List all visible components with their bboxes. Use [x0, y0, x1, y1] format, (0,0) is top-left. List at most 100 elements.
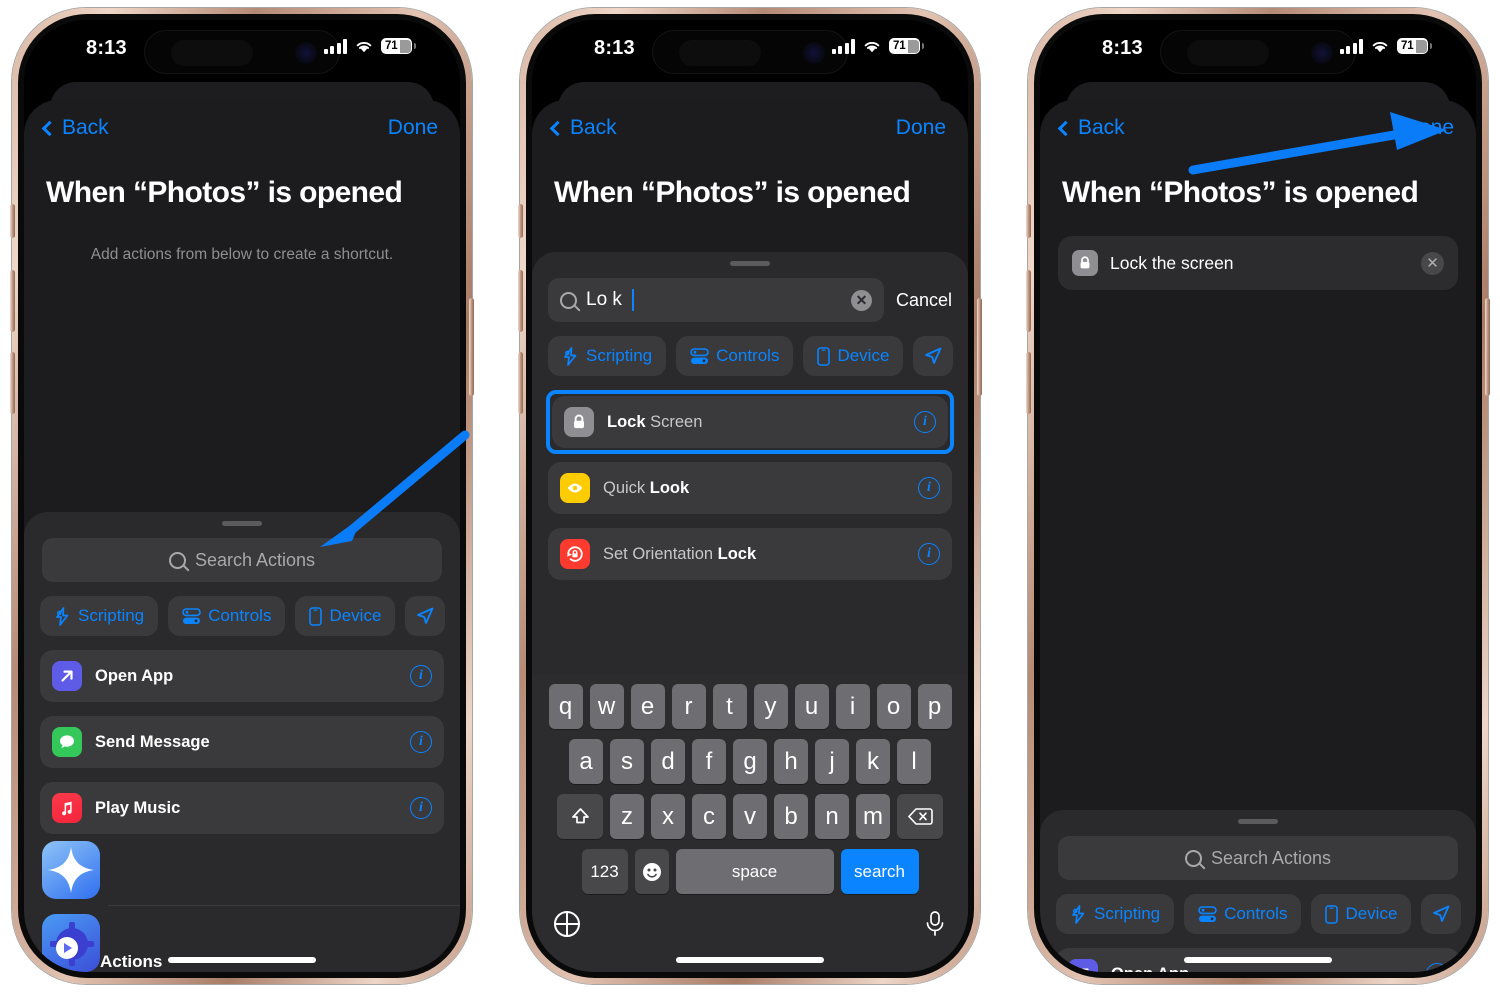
volume-down-button[interactable]	[518, 352, 523, 414]
home-indicator[interactable]	[676, 957, 824, 963]
category-pill-scripting[interactable]: Scripting	[1056, 894, 1175, 934]
action-row-play-music[interactable]: Play Music i	[40, 782, 444, 834]
microphone-icon[interactable]	[924, 910, 946, 938]
volume-up-button[interactable]	[518, 270, 523, 332]
key-s[interactable]: s	[610, 739, 644, 784]
key-n[interactable]: n	[815, 794, 849, 839]
key-t[interactable]: t	[712, 684, 747, 729]
key-q[interactable]: q	[548, 684, 583, 729]
home-indicator[interactable]	[1184, 957, 1332, 963]
globe-key-icon[interactable]	[554, 911, 580, 937]
done-button[interactable]: Done	[896, 116, 946, 140]
category-pill-list[interactable]: Scripting Controls Device	[1056, 894, 1476, 934]
key-l[interactable]: l	[897, 739, 931, 784]
drag-grabber[interactable]	[730, 261, 770, 266]
action-row-send-message[interactable]: Send Message i	[40, 716, 444, 768]
category-pill-controls[interactable]: Controls	[168, 596, 286, 636]
silent-switch[interactable]	[10, 204, 15, 238]
key-z[interactable]: z	[610, 794, 644, 839]
clear-text-icon[interactable]: ✕	[850, 289, 872, 311]
volume-down-button[interactable]	[10, 352, 15, 414]
info-icon[interactable]: i	[1426, 963, 1448, 972]
info-icon[interactable]: i	[914, 411, 936, 433]
cancel-button[interactable]: Cancel	[896, 290, 952, 311]
result-row-lock-screen[interactable]: Lock Screen i	[552, 396, 948, 448]
back-button[interactable]: Back	[549, 116, 617, 140]
info-icon[interactable]: i	[410, 797, 432, 819]
volume-down-button[interactable]	[1026, 352, 1031, 414]
category-pill-device[interactable]: Device	[1311, 894, 1412, 934]
shortcut-action-lock-the-screen[interactable]: Lock the screen ✕	[1058, 236, 1458, 290]
space-key[interactable]: space	[675, 849, 834, 894]
category-pill-device[interactable]: Device	[803, 336, 904, 376]
key-y[interactable]: y	[753, 684, 788, 729]
info-icon[interactable]: i	[410, 665, 432, 687]
power-button[interactable]	[977, 298, 982, 396]
key-u[interactable]: u	[794, 684, 829, 729]
key-f[interactable]: f	[692, 739, 726, 784]
silent-switch[interactable]	[518, 204, 523, 238]
done-button[interactable]: Done	[1404, 116, 1454, 140]
key-e[interactable]: e	[630, 684, 665, 729]
action-row-open-app[interactable]: Open App i	[40, 650, 444, 702]
silent-switch[interactable]	[1026, 204, 1031, 238]
done-button[interactable]: Done	[388, 116, 438, 140]
key-m[interactable]: m	[856, 794, 890, 839]
key-d[interactable]: d	[651, 739, 685, 784]
battery-level: 71	[893, 40, 906, 52]
category-pill-location[interactable]	[1421, 894, 1462, 934]
key-i[interactable]: i	[835, 684, 870, 729]
automation-gear-play-icon[interactable]	[42, 914, 100, 972]
category-pill-list[interactable]: Scripting Controls Device	[548, 336, 968, 376]
info-icon[interactable]: i	[918, 477, 940, 499]
key-c[interactable]: c	[692, 794, 726, 839]
search-actions-input[interactable]: Search Actions	[42, 538, 442, 582]
emoji-key-icon[interactable]	[634, 849, 669, 894]
key-g[interactable]: g	[733, 739, 767, 784]
backspace-key-icon[interactable]	[897, 794, 943, 839]
result-row-set-orientation-lock[interactable]: Set Orientation Lock i	[548, 528, 952, 580]
key-o[interactable]: o	[876, 684, 911, 729]
search-actions-input[interactable]: Search Actions	[1058, 836, 1458, 880]
category-pill-controls[interactable]: Controls	[1184, 894, 1302, 934]
search-input[interactable]: Lo k ✕	[548, 278, 884, 322]
category-pill-scripting[interactable]: Scripting	[40, 596, 159, 636]
key-r[interactable]: r	[671, 684, 706, 729]
key-p[interactable]: p	[917, 684, 952, 729]
back-button[interactable]: Back	[1057, 116, 1125, 140]
back-button[interactable]: Back	[41, 116, 109, 140]
category-pill-location[interactable]	[405, 596, 446, 636]
info-icon[interactable]: i	[918, 543, 940, 565]
power-button[interactable]	[1485, 298, 1490, 396]
category-pill-controls[interactable]: Controls	[676, 336, 794, 376]
remove-action-icon[interactable]: ✕	[1421, 251, 1444, 275]
drag-grabber[interactable]	[222, 521, 262, 526]
key-w[interactable]: w	[589, 684, 624, 729]
category-pill-list[interactable]: Scripting Controls Device	[40, 596, 460, 636]
info-icon[interactable]: i	[410, 731, 432, 753]
key-j[interactable]: j	[815, 739, 849, 784]
search-value: Lo k	[586, 289, 622, 310]
key-k[interactable]: k	[856, 739, 890, 784]
key-v[interactable]: v	[733, 794, 767, 839]
search-return-key[interactable]: search	[840, 849, 919, 894]
volume-up-button[interactable]	[10, 270, 15, 332]
power-button[interactable]	[469, 298, 474, 396]
category-pill-location[interactable]	[913, 336, 954, 376]
category-pill-scripting[interactable]: Scripting	[548, 336, 667, 376]
home-indicator[interactable]	[168, 957, 316, 963]
key-x[interactable]: x	[651, 794, 685, 839]
drag-grabber[interactable]	[1238, 819, 1278, 824]
result-row-quick-look[interactable]: Quick Look i	[548, 462, 952, 514]
category-pill-device[interactable]: Device	[295, 596, 396, 636]
shift-key-icon[interactable]	[557, 794, 603, 839]
action-label: Open App	[95, 666, 174, 685]
numbers-key[interactable]: 123	[581, 849, 628, 894]
shortcuts-app-icon[interactable]	[42, 841, 100, 899]
key-b[interactable]: b	[774, 794, 808, 839]
key-a[interactable]: a	[569, 739, 603, 784]
highlight-box-lock-screen: Lock Screen i	[546, 390, 954, 454]
text-cursor	[631, 289, 634, 311]
key-h[interactable]: h	[774, 739, 808, 784]
volume-up-button[interactable]	[1026, 270, 1031, 332]
